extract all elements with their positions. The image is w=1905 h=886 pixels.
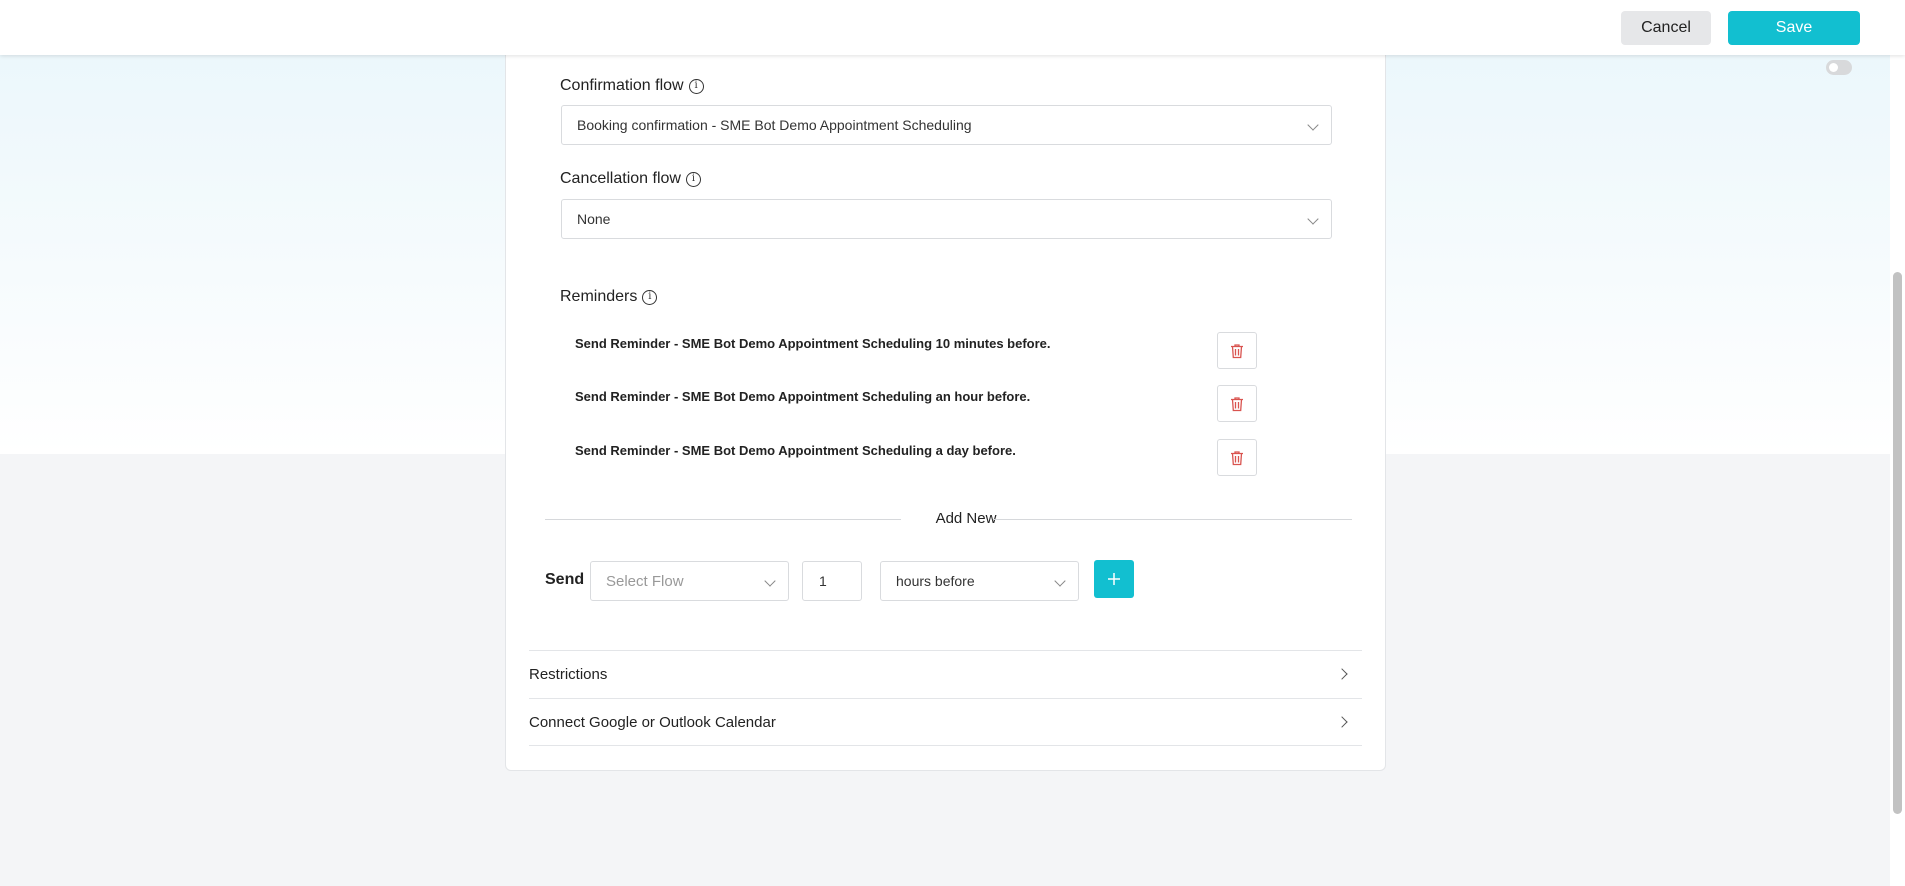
chevron-down-icon [1307,213,1319,225]
cancellation-flow-label: Cancellation flow [560,170,681,187]
reminder-item: Send Reminder - SME Bot Demo Appointment… [575,443,1016,458]
divider [545,519,901,520]
confirmation-flow-value: Booking confirmation - SME Bot Demo Appo… [577,117,972,133]
cancellation-flow-select[interactable]: None [561,199,1332,239]
connect-calendar-label: Connect Google or Outlook Calendar [529,713,776,731]
chevron-down-icon [1307,119,1319,131]
confirmation-flow-label: Confirmation flow [560,77,684,94]
toggle-switch[interactable] [1826,60,1852,75]
trash-icon [1231,396,1243,411]
select-flow-placeholder: Select Flow [606,572,684,590]
restrictions-label: Restrictions [529,666,608,683]
send-label: Send [545,571,585,588]
info-icon[interactable]: i [688,78,704,94]
delete-reminder-button[interactable] [1217,439,1257,476]
confirmation-flow-heading: Confirmation flow i [560,77,704,95]
cancellation-flow-heading: Cancellation flow i [560,170,701,188]
save-button[interactable]: Save [1728,11,1860,45]
chevron-down-icon [764,575,776,587]
reminders-heading: Reminders i [560,288,658,306]
chevron-right-icon [1336,716,1348,728]
top-action-bar: Cancel Save [0,0,1905,55]
divider [993,519,1352,520]
time-unit-dropdown[interactable]: hours before [880,561,1079,601]
cancel-button[interactable]: Cancel [1621,11,1711,45]
plus-icon [1108,573,1120,585]
chevron-down-icon [1054,575,1066,587]
reminders-label: Reminders [560,288,638,305]
reminder-item: Send Reminder - SME Bot Demo Appointment… [575,336,1051,351]
reminder-amount-input[interactable] [802,561,862,601]
appointment-settings-card: Confirmation flow i Booking confirmation… [505,30,1386,771]
connect-calendar-row[interactable]: Connect Google or Outlook Calendar [529,698,1362,746]
time-unit-value: hours before [896,573,975,589]
select-flow-dropdown[interactable]: Select Flow [590,561,789,601]
chevron-right-icon [1336,668,1348,680]
scrollbar-thumb[interactable] [1893,272,1902,814]
delete-reminder-button[interactable] [1217,332,1257,369]
delete-reminder-button[interactable] [1217,385,1257,422]
confirmation-flow-select[interactable]: Booking confirmation - SME Bot Demo Appo… [561,105,1332,145]
info-icon[interactable]: i [642,289,658,305]
cancellation-flow-value: None [577,211,611,227]
reminder-item: Send Reminder - SME Bot Demo Appointment… [575,389,1031,404]
trash-icon [1231,450,1243,465]
restrictions-row[interactable]: Restrictions [529,650,1362,698]
info-icon[interactable]: i [685,171,701,187]
trash-icon [1231,343,1243,358]
add-reminder-button[interactable] [1094,560,1134,598]
